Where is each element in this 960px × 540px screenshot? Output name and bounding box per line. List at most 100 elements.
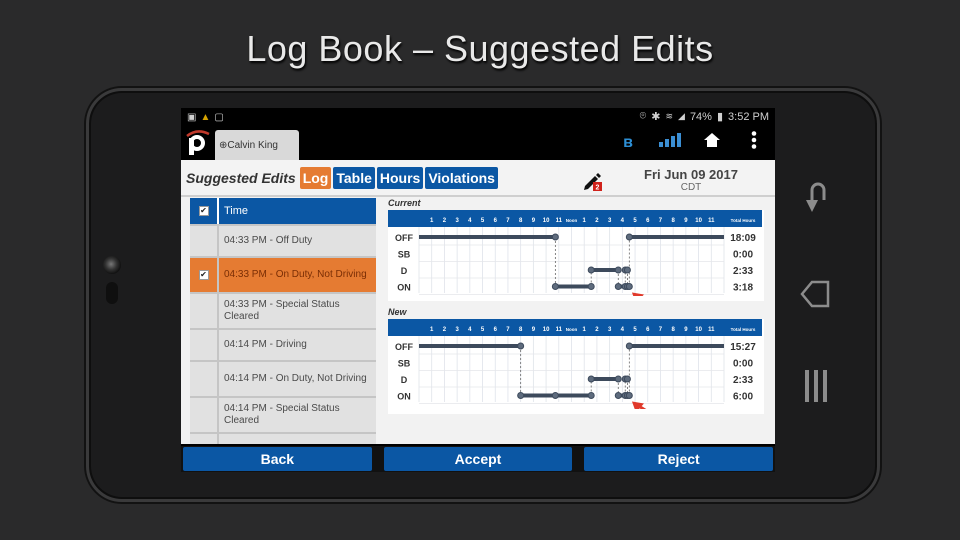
edits-button[interactable]: 2 [583, 170, 605, 197]
segment-node [587, 392, 595, 399]
grid-label-new: New [388, 307, 407, 317]
list-item-text: 04:33 PM - Special Status Cleared [224, 299, 340, 322]
hour-tick-label: Noon [566, 327, 578, 332]
hour-tick-label: 11 [556, 327, 563, 333]
segment-node [625, 342, 633, 350]
back-button[interactable]: Back [183, 447, 372, 471]
list-item[interactable]: 04:14 PM - Driving [190, 330, 376, 362]
edit-count-badge: 2 [596, 185, 600, 192]
screenshot-icon: ▢ [214, 111, 224, 123]
grid-label-current: Current [388, 198, 421, 208]
row-total: 0:00 [733, 250, 753, 261]
hour-tick-label: Noon [566, 218, 578, 223]
tab-violations[interactable]: Violations [425, 166, 498, 189]
log-date: Fri Jun 09 2017 CDT [621, 167, 761, 193]
clock: 3:52 PM [728, 110, 769, 123]
segment-node [587, 375, 595, 383]
bluetooth-icon[interactable]: ʙ [607, 134, 649, 152]
segment-node [587, 266, 595, 274]
accept-button[interactable]: Accept [383, 447, 573, 471]
select-all-checkbox[interactable]: ✔ [198, 206, 209, 216]
total-hours-label: Total Hours [731, 218, 756, 223]
warning-icon: ▲ [200, 111, 211, 123]
bluetooth-icon: ✱ [651, 111, 661, 123]
list-item[interactable]: ✔ 04:33 PM - On Duty, Not Driving [190, 258, 376, 294]
current-log-grid: 1 2 3 4 5 6 7 8 9 10 11 Noon 1 2 3 4 5 6 7 8 9 10 11 Total Hour… [388, 210, 762, 312]
list-item-text: 03:41 PM - On Duty, Not Driving [219, 434, 376, 444]
tab-table[interactable]: Table [333, 166, 375, 189]
status-bar: ▣ ▲ ▢ ⌾ ✱ ≋ ◢ 74% ▮ 3:52 PM [181, 108, 775, 125]
row-total: 2:33 [733, 266, 753, 277]
segment-node [614, 392, 622, 399]
tab-log[interactable]: Log [299, 166, 332, 189]
page-heading: Suggested Edits [186, 169, 296, 186]
more-vert-icon[interactable] [733, 131, 775, 154]
action-bar: Back Accept Reject [181, 446, 775, 472]
row-label: OFF [395, 342, 413, 352]
segment-node [625, 283, 633, 290]
hour-tick-label: 10 [543, 327, 550, 333]
segment-node [625, 233, 633, 241]
row-total: 6:00 [733, 392, 753, 403]
list-item[interactable]: 03:41 PM - On Duty, Not Driving [190, 434, 376, 444]
row-label: SB [398, 359, 411, 369]
device-screen: ▣ ▲ ▢ ⌾ ✱ ≋ ◢ 74% ▮ 3:52 PM ⊕Calvin King ʙ [181, 108, 775, 472]
battery-level: 74% [689, 110, 712, 123]
hour-tick-label: 11 [708, 218, 715, 224]
segment-node [614, 375, 622, 383]
home-key-icon[interactable] [796, 274, 836, 314]
row-label: OFF [395, 233, 413, 243]
column-header-time: Time [224, 205, 249, 217]
row-label: D [401, 266, 408, 276]
hour-tick-label: 10 [543, 218, 550, 224]
row-label: ON [397, 392, 411, 402]
row-checkbox-cell[interactable] [190, 362, 219, 396]
row-checkbox-cell[interactable] [190, 226, 219, 256]
main-content: Suggested Edits Log Table Hours Violatio… [181, 160, 775, 444]
segment-node [614, 266, 622, 274]
list-item[interactable]: 04:33 PM - Off Duty [190, 226, 376, 258]
list-item-text: 04:14 PM - Driving [224, 339, 307, 350]
location-icon: ⌾ [639, 110, 647, 122]
list-item[interactable]: 04:14 PM - On Duty, Not Driving [190, 362, 376, 398]
row-label: ON [397, 283, 411, 293]
hour-tick-label: 11 [556, 218, 563, 224]
row-checkbox[interactable]: ✔ [198, 270, 209, 280]
segment-node [551, 233, 559, 241]
driver-tab[interactable]: ⊕Calvin King [215, 130, 299, 160]
row-checkbox-cell[interactable]: ✔ [190, 258, 219, 292]
list-item[interactable]: 04:33 PM - Special Status Cleared [190, 294, 376, 330]
row-total: 0:00 [733, 359, 753, 370]
back-arrow-icon[interactable] [796, 178, 836, 218]
segment-node [625, 392, 633, 399]
slide-title: Log Book – Suggested Edits [246, 28, 714, 69]
row-checkbox-cell[interactable] [190, 294, 219, 328]
signal-icon: ◢ [678, 111, 685, 121]
list-header: ✔ Time [190, 198, 376, 226]
list-item[interactable]: 04:14 PM - Special Status Cleared [190, 398, 376, 434]
recent-apps-icon[interactable] [796, 366, 836, 406]
segment-node [517, 392, 525, 399]
date-label: Fri Jun 09 2017 [644, 167, 738, 182]
row-checkbox-cell[interactable] [190, 330, 219, 360]
row-total: 2:33 [733, 375, 753, 386]
row-total: 15:27 [730, 342, 756, 353]
row-checkbox-cell[interactable] [190, 398, 219, 432]
new-log-grid: 1 2 3 4 5 6 7 8 9 10 11 Noon 1 2 3 4 5 6 7 8 9 10 11 Total Hour… [388, 319, 762, 421]
edit-list[interactable]: ✔ Time 04:33 PM - Off Duty ✔ 04:33 PM - On… [190, 198, 376, 444]
tab-hours[interactable]: Hours [376, 166, 424, 189]
pencil-icon: 2 [584, 173, 602, 192]
app-bar: ⊕Calvin King ʙ [181, 125, 775, 160]
home-icon[interactable] [691, 133, 733, 152]
total-hours-label: Total Hours [731, 327, 756, 332]
signal-strength-icon[interactable] [649, 133, 691, 152]
app-logo [186, 130, 210, 155]
log-grids: Current 1 2 3 4 5 6 7 8 9 10 11 Noon 1 2 3 4 5 6 7 8 9 10 11 To… [388, 198, 764, 421]
segment-node [517, 342, 525, 350]
wifi-icon: ≋ [665, 111, 674, 121]
row-label: D [401, 375, 408, 385]
list-item-text: 04:14 PM - Special Status Cleared [224, 403, 340, 426]
reject-button[interactable]: Reject [584, 447, 774, 471]
annotation-arrowhead-icon [631, 292, 644, 304]
row-checkbox-cell[interactable] [190, 434, 219, 444]
